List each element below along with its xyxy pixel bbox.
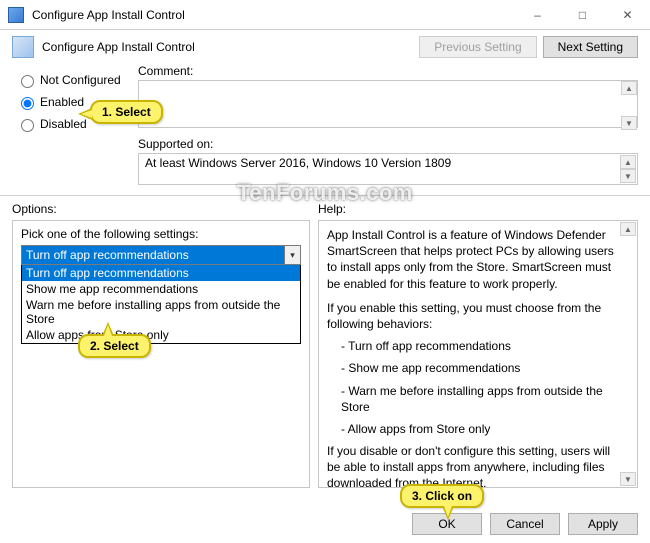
- radio-disabled-input[interactable]: [21, 119, 34, 132]
- dropdown-item[interactable]: Allow apps from Store only: [22, 327, 300, 343]
- comment-label: Comment:: [138, 64, 638, 78]
- help-paragraph: If you disable or don't configure this s…: [327, 443, 615, 488]
- radio-enabled-input[interactable]: [21, 97, 34, 110]
- dropdown-list: Turn off app recommendations Show me app…: [21, 265, 301, 344]
- help-panel: App Install Control is a feature of Wind…: [318, 220, 638, 488]
- close-button[interactable]: ✕: [605, 0, 650, 30]
- help-paragraph: App Install Control is a feature of Wind…: [327, 227, 615, 292]
- minimize-button[interactable]: –: [515, 0, 560, 30]
- maximize-button[interactable]: □: [560, 0, 605, 30]
- radio-not-configured-label: Not Configured: [40, 73, 121, 87]
- dropdown-item[interactable]: Show me app recommendations: [22, 281, 300, 297]
- help-bullet: Allow apps from Store only: [341, 421, 615, 437]
- previous-setting-button: Previous Setting: [419, 36, 536, 58]
- scroll-down-icon[interactable]: ▼: [621, 116, 637, 130]
- titlebar: Configure App Install Control – □ ✕: [0, 0, 650, 30]
- dropdown-label: Pick one of the following settings:: [21, 227, 301, 241]
- scroll-down-icon[interactable]: ▼: [620, 472, 636, 486]
- annotation-text: 3. Click on: [412, 489, 472, 503]
- options-label: Options:: [12, 202, 310, 216]
- supported-on-box: At least Windows Server 2016, Windows 10…: [138, 153, 638, 185]
- policy-icon: [12, 36, 34, 58]
- help-bullet: Show me app recommendations: [341, 360, 615, 376]
- supported-label: Supported on:: [138, 137, 638, 151]
- divider: [0, 195, 650, 196]
- help-bullet: Warn me before installing apps from outs…: [341, 383, 615, 415]
- annotation-callout-1: 1. Select: [90, 100, 163, 124]
- app-icon: [8, 7, 24, 23]
- annotation-text: 2. Select: [90, 339, 139, 353]
- annotation-callout-3: 3. Click on: [400, 484, 484, 508]
- help-label: Help:: [318, 202, 638, 216]
- options-panel: Pick one of the following settings: Turn…: [12, 220, 310, 488]
- help-bullet: Turn off app recommendations: [341, 338, 615, 354]
- comment-textarea[interactable]: [138, 80, 638, 128]
- help-paragraph: If you enable this setting, you must cho…: [327, 300, 615, 332]
- radio-not-configured[interactable]: Not Configured: [16, 72, 138, 88]
- chevron-down-icon: ▾: [284, 246, 300, 264]
- help-text: App Install Control is a feature of Wind…: [327, 227, 629, 488]
- annotation-text: 1. Select: [102, 105, 151, 119]
- cancel-button[interactable]: Cancel: [490, 513, 560, 535]
- scroll-down-icon[interactable]: ▼: [620, 169, 636, 183]
- scroll-up-icon[interactable]: ▲: [620, 222, 636, 236]
- settings-dropdown[interactable]: Turn off app recommendations ▾: [21, 245, 301, 265]
- next-setting-button[interactable]: Next Setting: [543, 36, 638, 58]
- radio-not-configured-input[interactable]: [21, 75, 34, 88]
- window-title: Configure App Install Control: [32, 8, 515, 22]
- page-title: Configure App Install Control: [42, 40, 419, 54]
- dropdown-item[interactable]: Warn me before installing apps from outs…: [22, 297, 300, 327]
- supported-on-text: At least Windows Server 2016, Windows 10…: [145, 156, 451, 170]
- dropdown-selected: Turn off app recommendations: [26, 248, 189, 262]
- scroll-up-icon[interactable]: ▲: [620, 155, 636, 169]
- apply-button[interactable]: Apply: [568, 513, 638, 535]
- annotation-callout-2: 2. Select: [78, 334, 151, 358]
- radio-enabled-label: Enabled: [40, 95, 84, 109]
- scroll-up-icon[interactable]: ▲: [621, 81, 637, 95]
- dropdown-item[interactable]: Turn off app recommendations: [22, 265, 300, 281]
- header-row: Configure App Install Control Previous S…: [12, 36, 638, 58]
